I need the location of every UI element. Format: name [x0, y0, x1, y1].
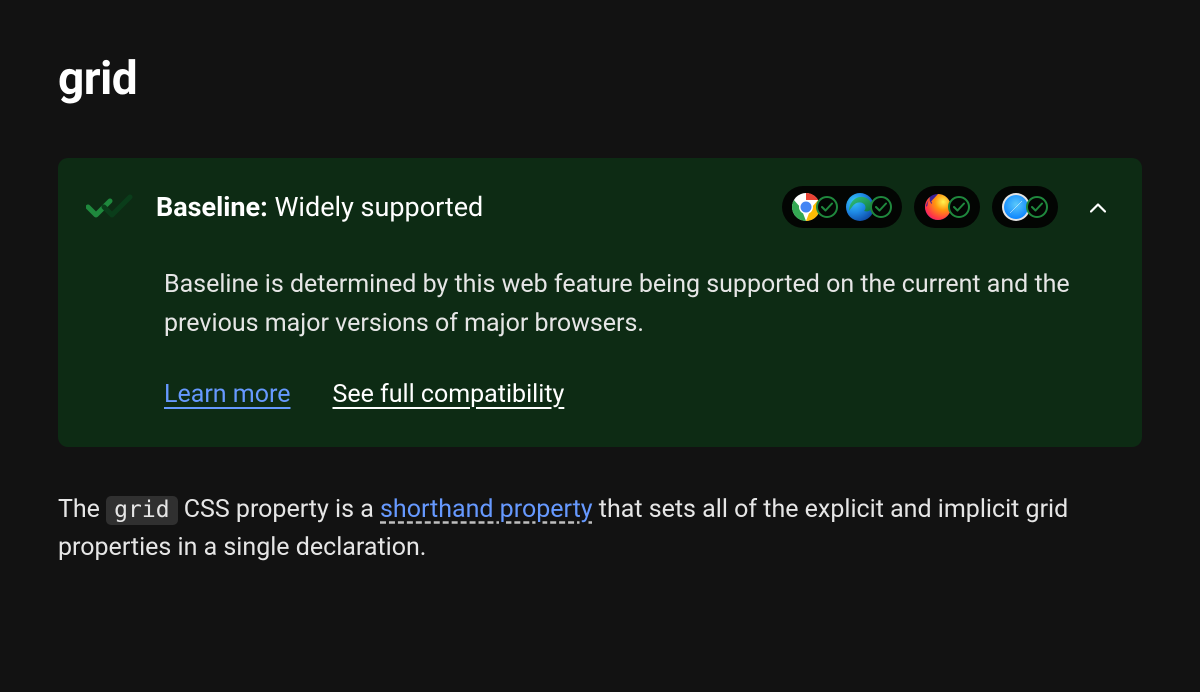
- browser-group-safari: [992, 186, 1058, 228]
- baseline-links: Learn more See full compatibility: [164, 380, 1106, 409]
- check-icon: [816, 196, 838, 218]
- shorthand-property-link[interactable]: shorthand property: [380, 495, 593, 524]
- check-icon: [1026, 196, 1048, 218]
- intro-text: CSS property is a: [178, 495, 380, 524]
- baseline-description: Baseline is determined by this web featu…: [164, 266, 1106, 344]
- learn-more-link[interactable]: Learn more: [164, 380, 290, 409]
- baseline-header: Baseline: Widely supported: [86, 186, 1106, 228]
- check-icon: [948, 196, 970, 218]
- browser-safari: [1002, 193, 1048, 221]
- browser-chrome: [792, 193, 838, 221]
- baseline-check-icon: [86, 193, 134, 221]
- chevron-up-icon[interactable]: [1090, 198, 1106, 217]
- see-full-compat-link[interactable]: See full compatibility: [332, 380, 564, 409]
- page-title: grid: [58, 52, 1142, 106]
- baseline-card: Baseline: Widely supported: [58, 158, 1142, 447]
- baseline-status-text: Widely supported: [274, 191, 483, 223]
- code-grid: grid: [106, 496, 177, 525]
- browser-group-chrome-edge: [782, 186, 902, 228]
- browser-support-row: [782, 186, 1106, 228]
- check-icon: [870, 196, 892, 218]
- baseline-status: Baseline: Widely supported: [156, 191, 760, 223]
- baseline-label: Baseline:: [156, 191, 268, 223]
- intro-paragraph: The grid CSS property is a shorthand pro…: [58, 491, 1142, 569]
- browser-group-firefox: [914, 186, 980, 228]
- browser-edge: [846, 193, 892, 221]
- browser-firefox: [924, 193, 970, 221]
- intro-text: The: [58, 495, 106, 524]
